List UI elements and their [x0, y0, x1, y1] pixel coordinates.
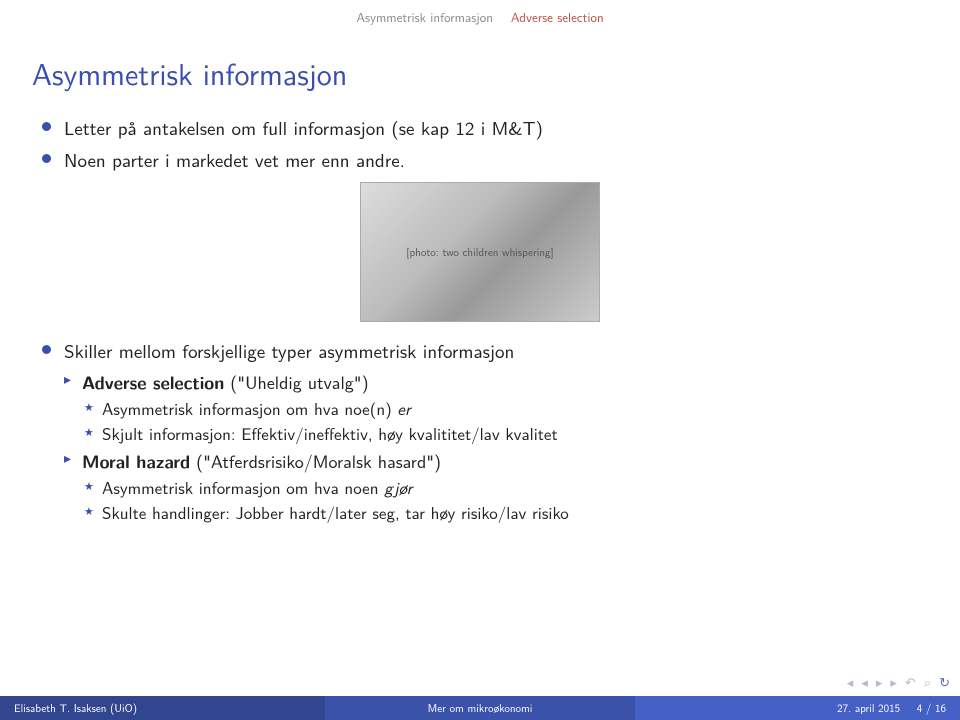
- term-bold: Adverse selection: [82, 370, 224, 395]
- subsub-bullet-item: Skulte handlinger: Jobber hardt/later se…: [40, 502, 920, 525]
- sub-bullet-item: Moral hazard ("Atferdsrisiko/Moralsk has…: [40, 449, 920, 474]
- nav-first-icon[interactable]: ◂: [847, 673, 854, 692]
- bullet-item: Skiller mellom forskjellige typer asymme…: [40, 338, 920, 364]
- slide-body: Letter på antakelsen om full informasjon…: [0, 109, 960, 696]
- nav-back-icon[interactable]: ↶: [905, 673, 916, 692]
- term-rest: ("Atferdsrisiko/Moralsk hasard"): [190, 447, 441, 474]
- text: Asymmetrisk informasjon om hva noen: [102, 475, 384, 500]
- text-italic: er: [397, 396, 410, 421]
- nav-next-icon[interactable]: ▸: [876, 673, 883, 692]
- footer-page: 4 / 16: [917, 700, 946, 716]
- text-italic: gjør: [384, 475, 412, 500]
- nav-loop-icon[interactable]: ↻: [939, 673, 950, 692]
- footer: Elisabeth T. Isaksen (UiO) Mer om mikroø…: [0, 696, 960, 720]
- whisper-image: [photo: two children whispering]: [360, 182, 600, 322]
- text: Asymmetrisk informasjon om hva noe(n): [102, 396, 397, 421]
- frame-title: Asymmetrisk informasjon: [0, 33, 960, 109]
- beamer-nav: ◂ ◂ ▸ ▸ ↶ ⌕ ↻: [847, 673, 950, 692]
- bullet-item: Letter på antakelsen om full informasjon…: [40, 115, 920, 141]
- bullet-item: Noen parter i markedet vet mer enn andre…: [40, 147, 920, 173]
- section-headline: Asymmetrisk informasjon Adverse selectio…: [0, 0, 960, 33]
- subsub-bullet-item: Asymmetrisk informasjon om hva noen gjør: [40, 477, 920, 500]
- subsub-bullet-item: Skjult informasjon: Effektiv/ineffektiv,…: [40, 423, 920, 446]
- footer-date-page: 27. april 2015 4 / 16: [635, 696, 960, 720]
- footer-title: Mer om mikroøkonomi: [325, 696, 636, 720]
- nav-prev-icon[interactable]: ◂: [861, 673, 868, 692]
- term-bold: Moral hazard: [82, 449, 190, 474]
- term-rest: ("Uheldig utvalg"): [224, 368, 368, 395]
- nav-last-icon[interactable]: ▸: [890, 673, 897, 692]
- sub-bullet-item: Adverse selection ("Uheldig utvalg"): [40, 370, 920, 395]
- subsection-name: Adverse selection: [511, 8, 604, 27]
- footer-date: 27. april 2015: [837, 700, 900, 716]
- subsub-bullet-item: Asymmetrisk informasjon om hva noe(n) er: [40, 398, 920, 421]
- footer-author: Elisabeth T. Isaksen (UiO): [0, 696, 325, 720]
- section-name: Asymmetrisk informasjon: [356, 8, 493, 27]
- nav-search-icon[interactable]: ⌕: [924, 673, 931, 692]
